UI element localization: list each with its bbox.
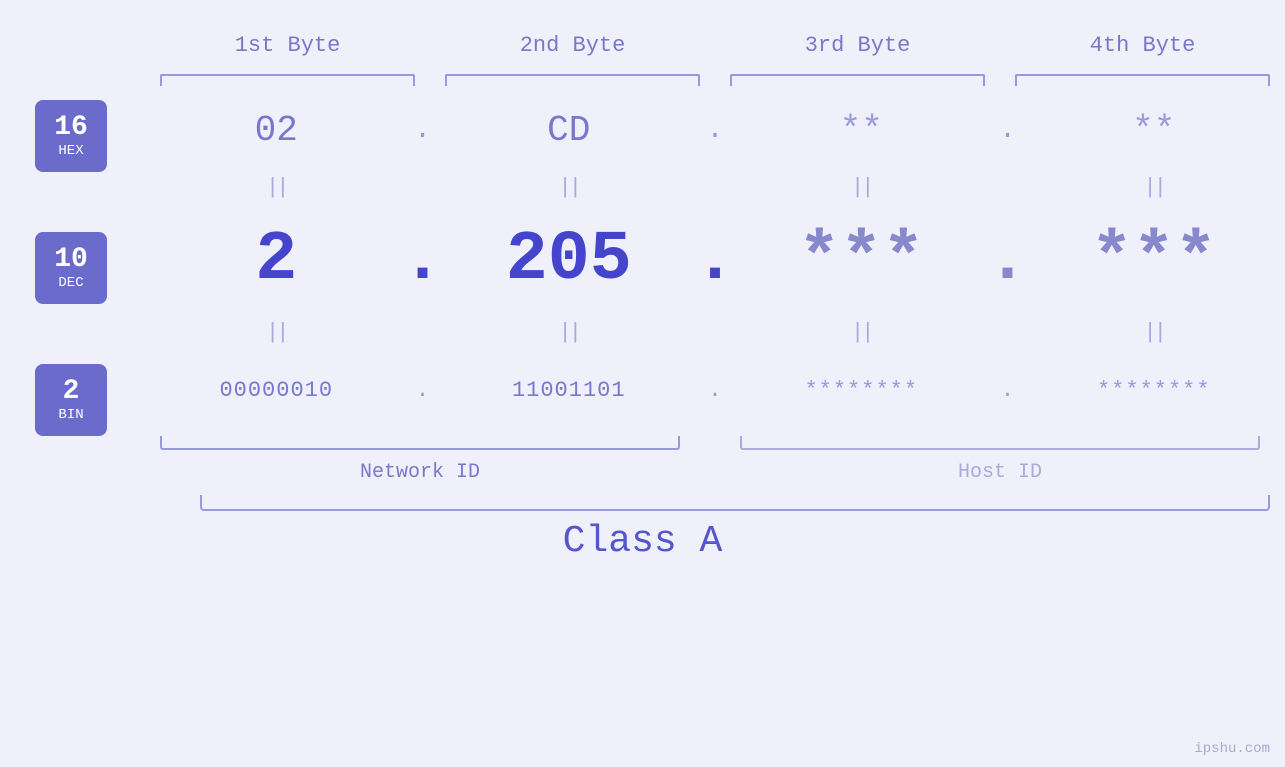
host-bracket: [740, 436, 1260, 450]
hex-dot2: .: [700, 115, 730, 146]
hex-dot3: .: [993, 115, 1023, 146]
sep5: ||: [145, 320, 408, 345]
bin-byte1-value: 00000010: [219, 378, 333, 403]
host-id-label: Host ID: [725, 461, 1275, 484]
top-bracket-row: [145, 70, 1285, 90]
bracket-byte2: [445, 74, 700, 86]
byte4-header: 4th Byte: [1000, 33, 1285, 58]
sep7: ||: [730, 320, 993, 345]
bin-byte2-value: 11001101: [512, 378, 626, 403]
dec-dot2: .: [700, 221, 730, 300]
watermark: ipshu.com: [1194, 741, 1270, 757]
bracket-byte4: [1015, 74, 1270, 86]
hex-byte2-cell: CD: [438, 110, 701, 151]
bin-dot2: .: [700, 378, 730, 403]
byte2-header: 2nd Byte: [430, 33, 715, 58]
hex-byte2-value: CD: [547, 110, 590, 151]
bin-dot1: .: [408, 378, 438, 403]
dec-badge: 10 DEC: [35, 232, 107, 304]
full-bottom-bracket: [200, 495, 1270, 511]
bracket-byte1: [160, 74, 415, 86]
hex-badge: 16 HEX: [35, 100, 107, 172]
sep6: ||: [438, 320, 701, 345]
class-label: Class A: [563, 520, 723, 563]
bin-byte4-cell: ********: [1023, 378, 1285, 403]
sep-row-2: || || || ||: [145, 315, 1285, 350]
dec-byte4-value: ***: [1091, 221, 1217, 300]
dec-byte2-cell: 205: [438, 221, 701, 300]
header-row: 1st Byte 2nd Byte 3rd Byte 4th Byte: [145, 20, 1285, 70]
hex-byte4-value: **: [1132, 110, 1175, 151]
dec-dot1: .: [408, 221, 438, 300]
dec-byte3-value: ***: [798, 221, 924, 300]
badges-column: 16 HEX 10 DEC 2 BIN: [35, 100, 107, 436]
bin-byte4-value: ********: [1097, 378, 1211, 403]
sep4: ||: [1023, 175, 1285, 200]
byte3-header: 3rd Byte: [715, 33, 1000, 58]
hex-byte1-value: 02: [255, 110, 298, 151]
byte1-header: 1st Byte: [145, 33, 430, 58]
sep2: ||: [438, 175, 701, 200]
hex-byte4-cell: **: [1023, 110, 1285, 151]
dec-byte2-value: 205: [506, 221, 632, 300]
hex-byte3-cell: **: [730, 110, 993, 151]
bottom-bracket-row: [145, 430, 1275, 450]
hex-row: 02 . CD . ** . **: [145, 90, 1285, 170]
id-label-row: Network ID Host ID: [145, 450, 1275, 495]
hex-byte3-value: **: [840, 110, 883, 151]
hex-badge-label: HEX: [58, 143, 83, 159]
dec-badge-num: 10: [54, 245, 88, 276]
bracket-byte3: [730, 74, 985, 86]
dec-byte1-cell: 2: [145, 221, 408, 300]
main-container: 1st Byte 2nd Byte 3rd Byte 4th Byte 02 .…: [0, 0, 1285, 767]
class-row: Class A: [0, 511, 1285, 571]
hex-badge-num: 16: [54, 113, 88, 144]
bin-row: 00000010 . 11001101 . ******** . *******…: [145, 350, 1285, 430]
hex-byte1-cell: 02: [145, 110, 408, 151]
dec-byte1-value: 2: [255, 221, 297, 300]
bin-dot3: .: [993, 378, 1023, 403]
bin-badge-num: 2: [63, 377, 80, 408]
sep-row-1: || || || ||: [145, 170, 1285, 205]
sep8: ||: [1023, 320, 1285, 345]
dec-badge-label: DEC: [58, 275, 83, 291]
bin-byte2-cell: 11001101: [438, 378, 701, 403]
bin-badge-label: BIN: [58, 407, 83, 423]
network-bracket: [160, 436, 680, 450]
bin-badge: 2 BIN: [35, 364, 107, 436]
dec-byte4-cell: ***: [1023, 221, 1285, 300]
bin-byte1-cell: 00000010: [145, 378, 408, 403]
network-id-label: Network ID: [145, 461, 695, 484]
bin-byte3-value: ********: [804, 378, 918, 403]
dec-dot3: .: [993, 221, 1023, 300]
bin-byte3-cell: ********: [730, 378, 993, 403]
dec-row: 2 . 205 . *** . ***: [145, 205, 1285, 315]
sep3: ||: [730, 175, 993, 200]
dec-byte3-cell: ***: [730, 221, 993, 300]
hex-dot1: .: [408, 115, 438, 146]
sep1: ||: [145, 175, 408, 200]
